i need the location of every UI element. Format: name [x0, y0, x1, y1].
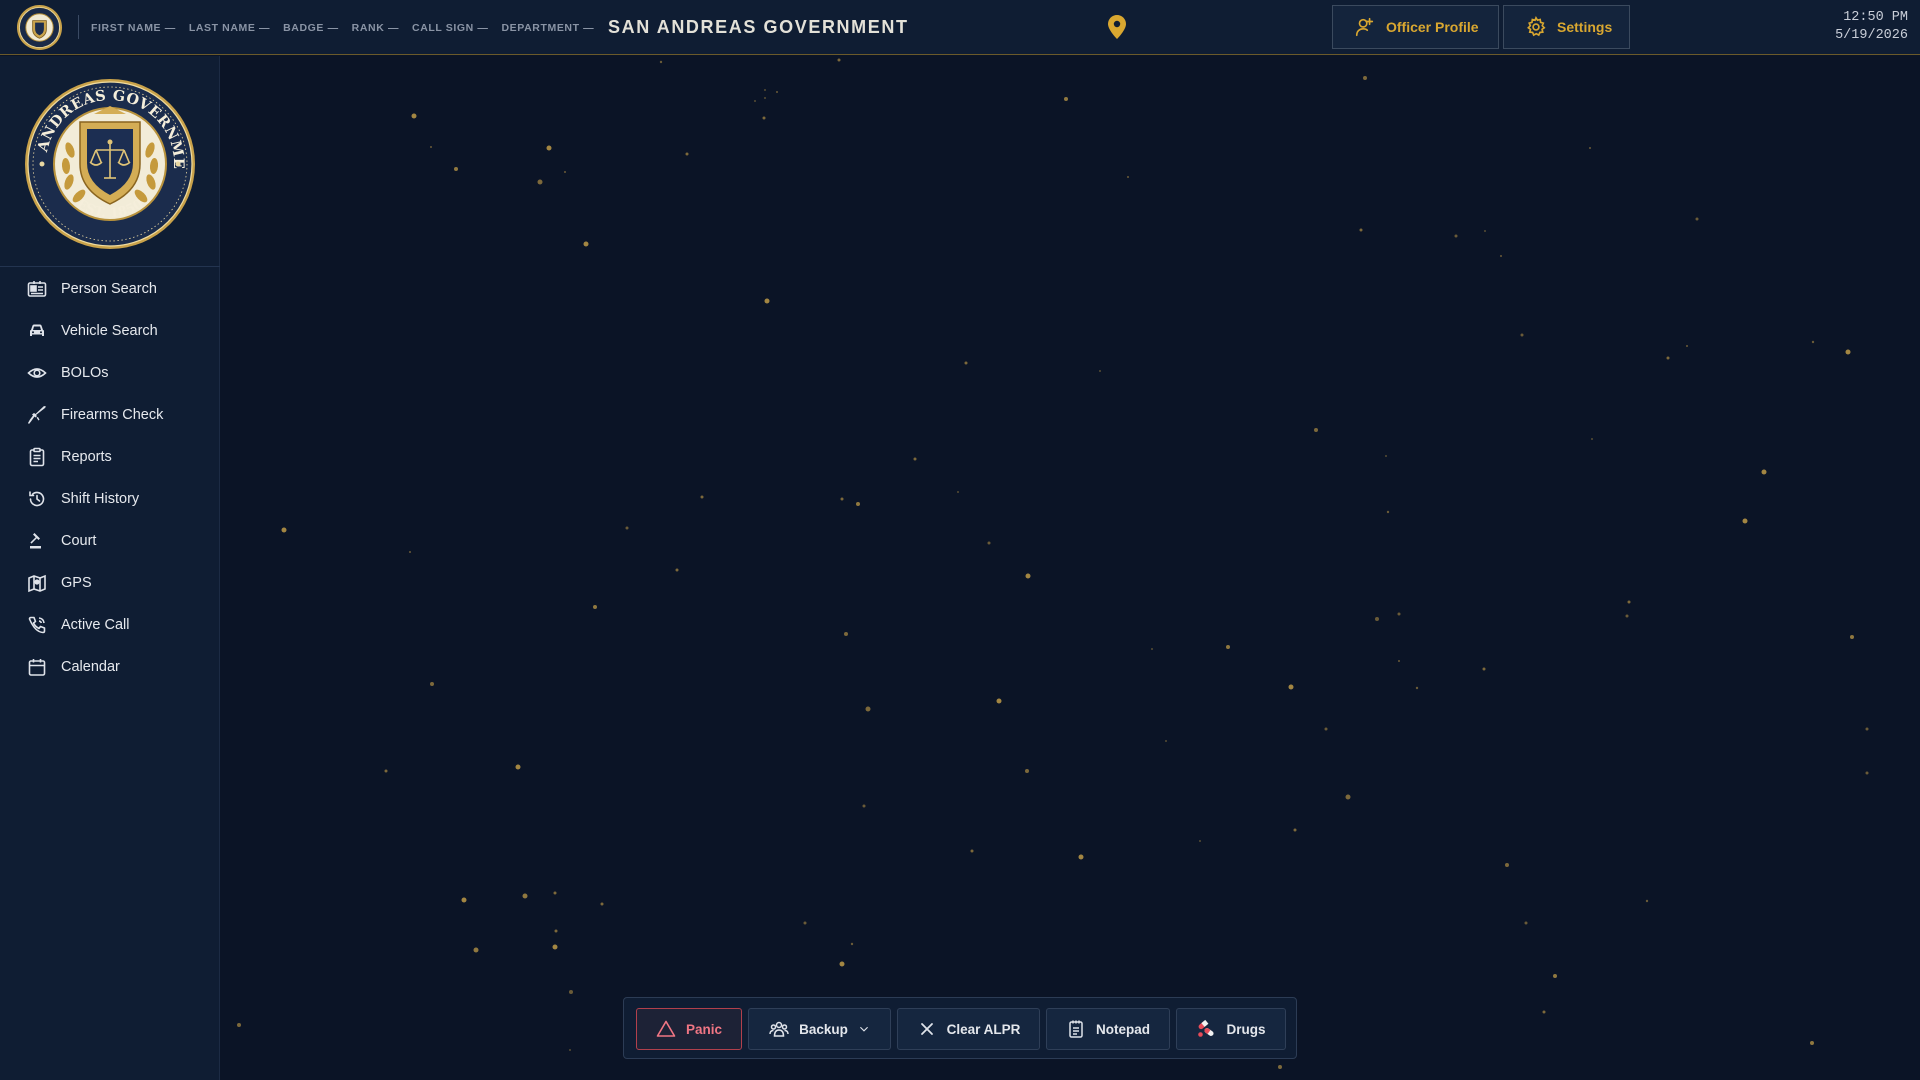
sidebar-item-label: Vehicle Search — [61, 323, 158, 339]
drugs-button[interactable]: Drugs — [1176, 1008, 1286, 1050]
notepad-button[interactable]: Notepad — [1046, 1008, 1170, 1050]
eye-icon — [27, 368, 47, 378]
officer-field-department: DEPARTMENT — — [501, 21, 595, 34]
sidebar-item-label: BOLOs — [61, 365, 109, 381]
action-bar: Panic Backup Clear ALPR Notepad Drugs — [623, 997, 1297, 1059]
sidebar-item-reports[interactable]: Reports — [0, 436, 220, 478]
officer-field-last-name: LAST NAME — — [188, 21, 271, 34]
panic-button[interactable]: Panic — [636, 1008, 742, 1050]
sidebar-item-active-call[interactable]: Active Call — [0, 604, 220, 646]
sidebar-item-vehicle-search[interactable]: Vehicle Search — [0, 310, 220, 352]
clear-alpr-label: Clear ALPR — [946, 1021, 1021, 1037]
clock: 12:50 PM 5/19/2026 — [1835, 9, 1908, 45]
sidebar-item-court[interactable]: Court — [0, 520, 220, 562]
background-particles — [237, 58, 1869, 1069]
sidebar-item-firearms-check[interactable]: Firearms Check — [0, 394, 220, 436]
officer-field-badge: BADGE — — [283, 21, 339, 34]
clipboard-icon — [29, 447, 45, 467]
sidebar-item-bolos[interactable]: BOLOs — [0, 352, 220, 394]
car-icon — [30, 324, 44, 336]
sidebar-item-label: Active Call — [61, 617, 130, 633]
history-icon — [29, 491, 45, 507]
backup-button[interactable]: Backup — [748, 1008, 891, 1050]
group-icon — [769, 1021, 789, 1037]
sidebar-item-person-search[interactable]: Person Search — [0, 268, 220, 310]
sidebar-item-label: Shift History — [61, 491, 140, 507]
sidebar-item-label: Reports — [61, 449, 112, 465]
phone-call-icon — [28, 616, 46, 634]
sidebar-item-label: Court — [61, 533, 97, 549]
sidebar-item-calendar[interactable]: Calendar — [0, 646, 220, 688]
top-bar: FIRST NAME — LAST NAME — BADGE — RANK — … — [0, 0, 1920, 55]
officer-profile-button[interactable]: Officer Profile — [1332, 5, 1499, 49]
sidebar-item-gps[interactable]: GPS — [0, 562, 220, 604]
settings-label: Settings — [1557, 19, 1613, 35]
pills-icon — [1198, 1019, 1215, 1037]
officer-fields: FIRST NAME — LAST NAME — BADGE — RANK — … — [91, 0, 594, 55]
clear-alpr-button[interactable]: Clear ALPR — [897, 1008, 1040, 1050]
sidebar-item-label: Person Search — [61, 281, 157, 297]
calendar-icon — [28, 659, 46, 676]
officer-profile-label: Officer Profile — [1386, 19, 1479, 35]
sidebar: SAN ANDREAS GOVERNMENT EST. 1850 — [0, 56, 220, 1080]
sidebar-item-label: Firearms Check — [61, 407, 164, 423]
gavel-icon — [30, 533, 41, 549]
id-card-icon — [27, 281, 47, 297]
seal-panel: SAN ANDREAS GOVERNMENT EST. 1850 — [0, 56, 220, 267]
gear-icon — [1527, 16, 1546, 37]
panic-label: Panic — [685, 1021, 723, 1037]
officer-field-first-name: FIRST NAME — — [91, 21, 176, 34]
user-icon — [1355, 17, 1374, 37]
header-divider — [78, 15, 79, 39]
government-seal: SAN ANDREAS GOVERNMENT EST. 1850 — [24, 78, 195, 249]
notepad-label: Notepad — [1096, 1021, 1150, 1037]
sidebar-item-label: Calendar — [61, 659, 120, 675]
location-pin-icon[interactable] — [1108, 15, 1126, 39]
clock-time: 12:50 PM — [1843, 10, 1908, 25]
settings-button[interactable]: Settings — [1503, 5, 1630, 49]
sidebar-item-label: GPS — [61, 575, 92, 591]
warning-triangle-icon — [656, 1020, 676, 1037]
notepad-icon — [1069, 1020, 1083, 1038]
drugs-label: Drugs — [1226, 1021, 1266, 1037]
sidebar-item-shift-history[interactable]: Shift History — [0, 478, 220, 520]
app-title: SAN ANDREAS GOVERNMENT — [608, 17, 909, 37]
close-icon — [920, 1023, 933, 1035]
officer-field-rank: RANK — — [351, 21, 400, 34]
clock-date: 5/19/2026 — [1835, 28, 1908, 43]
sidebar-nav: Person Search Vehicle Search BOLOs Firea… — [0, 268, 220, 688]
map-icon — [28, 574, 46, 593]
backup-label: Backup — [799, 1021, 848, 1037]
seal-logo-icon — [16, 4, 63, 51]
officer-field-call-sign: CALL SIGN — — [412, 21, 489, 34]
chevron-down-icon[interactable] — [858, 1023, 870, 1035]
rifle-icon — [28, 406, 46, 424]
